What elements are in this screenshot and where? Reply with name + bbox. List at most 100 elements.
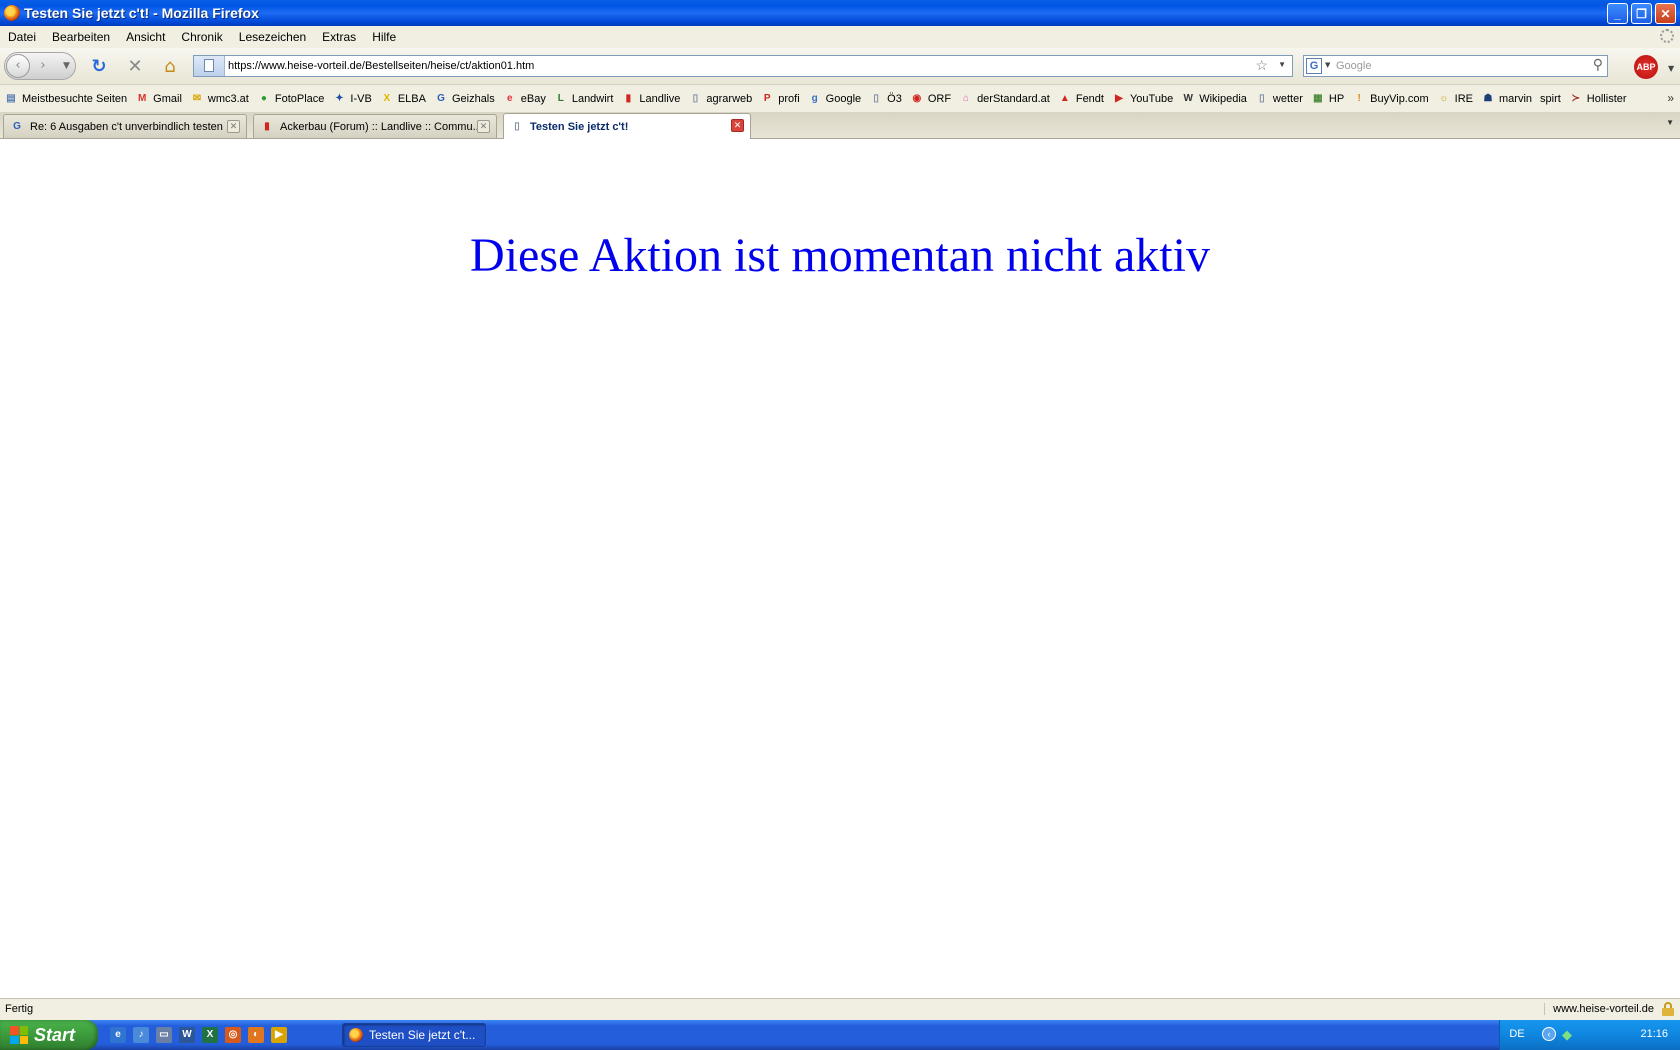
status-domain[interactable]: www.heise-vorteil.de xyxy=(1544,1003,1654,1015)
bookmark-item[interactable]: ✉ wmc3.at xyxy=(186,92,253,106)
menu-bearbeiten[interactable]: Bearbeiten xyxy=(44,30,118,44)
tab-close-icon[interactable]: ✕ xyxy=(731,119,744,132)
picasa-icon[interactable]: ◎ xyxy=(225,1027,241,1043)
page-content: Diese Aktion ist momentan nicht aktiv xyxy=(0,139,1680,998)
gmail-icon: M xyxy=(138,92,147,104)
word-icon[interactable]: W xyxy=(179,1027,195,1043)
lock-icon[interactable] xyxy=(1662,1002,1674,1016)
back-button[interactable]: ‹ xyxy=(6,54,30,78)
site-identity-button[interactable] xyxy=(194,56,225,76)
reload-icon[interactable]: ↻ xyxy=(89,57,109,77)
tab-list-dropdown-icon[interactable]: ▼ xyxy=(1666,118,1674,127)
menu-hilfe[interactable]: Hilfe xyxy=(364,30,404,44)
landlive-icon: ▮ xyxy=(625,92,632,104)
language-indicator[interactable]: DE xyxy=(1500,1028,1534,1040)
network-icon[interactable]: ◆ xyxy=(1562,1027,1572,1043)
search-bar[interactable]: G ▼ ⚲ xyxy=(1303,55,1608,77)
tab-re-6-ausgaben[interactable]: G Re: 6 Ausgaben c't unverbindlich teste… xyxy=(3,114,247,138)
excel-icon[interactable]: X xyxy=(202,1027,218,1043)
bookmark-item[interactable]: G Geizhals xyxy=(430,92,499,106)
bookmark-label: wmc3.at xyxy=(207,92,249,105)
tab-testen-sie-jetzt[interactable]: ▯ Testen Sie jetzt c't! ✕ xyxy=(503,113,751,139)
page-message: Diese Aktion ist momentan nicht aktiv xyxy=(470,229,1210,282)
bookmark-item[interactable]: ▲ Fendt xyxy=(1054,92,1108,106)
page-icon: ▯ xyxy=(873,92,879,104)
url-bar[interactable]: ☆ ▼ xyxy=(193,55,1293,77)
bookmark-item[interactable]: ● FotoPlace xyxy=(253,92,329,106)
bookmark-item[interactable]: ▯ agrarweb xyxy=(684,92,756,106)
bookmark-item[interactable]: Pprofi xyxy=(756,92,803,106)
bookmark-item[interactable]: g Google xyxy=(804,92,865,106)
tab-close-icon[interactable]: ✕ xyxy=(477,120,490,133)
url-input[interactable] xyxy=(228,58,1228,74)
bookmark-item[interactable]: ▮ Landlive xyxy=(617,92,684,106)
hp-icon: ▦ xyxy=(1313,92,1323,104)
bookmark-item[interactable]: ⌂ derStandard.at xyxy=(955,92,1054,106)
desktop-icon[interactable]: ▭ xyxy=(156,1027,172,1043)
bookmarks-overflow-icon[interactable]: » xyxy=(1667,91,1674,105)
google-icon: g xyxy=(811,92,818,104)
close-button[interactable]: ✕ xyxy=(1655,3,1676,24)
bookmark-item[interactable]: spirt xyxy=(1536,93,1565,105)
show-hidden-icons-icon[interactable]: ‹ xyxy=(1542,1027,1556,1041)
bookmark-item[interactable]: M Gmail xyxy=(131,92,186,106)
folder-quicklaunch-icon[interactable]: ▶ xyxy=(271,1027,287,1043)
window-title-bar[interactable]: Testen Sie jetzt c't! - Mozilla Firefox … xyxy=(0,0,1680,26)
maximize-button[interactable]: ❐ xyxy=(1631,3,1652,24)
fendt-icon: ▲ xyxy=(1059,92,1070,104)
ire-icon: ☼ xyxy=(1439,92,1449,104)
bookmark-item[interactable]: ! BuyVip.com xyxy=(1348,92,1433,106)
bookmark-item[interactable]: ◉ ORF xyxy=(906,92,955,106)
forward-button[interactable]: › xyxy=(33,56,53,76)
bookmark-label: Wikipedia xyxy=(1199,92,1247,105)
status-bar: Fertig www.heise-vorteil.de xyxy=(0,998,1680,1020)
bookmark-star-icon[interactable]: ☆ xyxy=(1255,57,1268,74)
url-dropdown-icon[interactable]: ▼ xyxy=(1278,60,1286,69)
start-button[interactable]: Start xyxy=(0,1020,98,1050)
internet-explorer-icon[interactable]: e xyxy=(110,1027,126,1043)
ivb-icon: ✦ xyxy=(335,92,344,104)
bookmark-label: spirt xyxy=(1540,92,1561,105)
search-engine-icon[interactable]: G xyxy=(1306,58,1322,74)
start-label: Start xyxy=(34,1024,76,1045)
bookmark-label: HP xyxy=(1328,92,1345,105)
adblock-icon[interactable]: ABP xyxy=(1634,55,1658,79)
bookmark-item[interactable]: ▯ Ö3 xyxy=(865,92,906,106)
search-icon[interactable]: ⚲ xyxy=(1593,57,1603,73)
bookmark-item[interactable]: e eBay xyxy=(499,92,550,106)
bookmark-item[interactable]: ☗ marvin xyxy=(1477,92,1536,106)
engine-dropdown-icon[interactable]: ▼ xyxy=(1325,61,1330,69)
bookmark-item[interactable]: ▯ wetter xyxy=(1251,92,1307,106)
bookmark-item[interactable]: L Landwirt xyxy=(550,92,618,106)
clock[interactable]: 21:16 xyxy=(1640,1028,1668,1040)
menu-datei[interactable]: Datei xyxy=(0,30,44,44)
bookmark-item[interactable]: ☼ IRE xyxy=(1433,92,1477,106)
media-icon[interactable]: ♪ xyxy=(133,1027,149,1043)
adblock-dropdown-icon[interactable]: ▼ xyxy=(1668,64,1674,73)
minimize-button[interactable]: _ xyxy=(1607,3,1628,24)
tab-ackerbau-forum[interactable]: ▮ Ackerbau (Forum) :: Landlive :: Commu.… xyxy=(253,114,497,138)
page-icon: ▯ xyxy=(514,120,520,132)
tab-close-icon[interactable]: ✕ xyxy=(227,120,240,133)
menu-ansicht[interactable]: Ansicht xyxy=(118,30,173,44)
menu-lesezeichen[interactable]: Lesezeichen xyxy=(231,30,314,44)
bookmark-label: agrarweb xyxy=(706,92,753,105)
firefox-quicklaunch-icon[interactable]: ◐ xyxy=(248,1027,264,1043)
menu-chronik[interactable]: Chronik xyxy=(173,30,230,44)
home-icon[interactable]: ⌂ xyxy=(160,57,180,77)
bookmark-item[interactable]: ▶ YouTube xyxy=(1108,92,1177,106)
navigation-toolbar: ‹ › ▼ ↻ ✕ ⌂ ☆ ▼ G ▼ ⚲ ABP ▼ xyxy=(0,48,1680,85)
bookmark-item[interactable]: ≻ Hollister xyxy=(1565,92,1631,106)
stop-icon[interactable]: ✕ xyxy=(125,57,145,77)
bookmark-item[interactable]: ▤ Meistbesuchte Seiten xyxy=(0,92,131,106)
bookmark-item[interactable]: ✦ I-VB xyxy=(328,92,375,106)
menu-extras[interactable]: Extras xyxy=(314,30,364,44)
fotoplace-icon: ● xyxy=(260,92,267,104)
bookmark-item[interactable]: W Wikipedia xyxy=(1177,92,1251,106)
search-input[interactable] xyxy=(1336,58,1576,74)
taskbar-firefox-window[interactable]: Testen Sie jetzt c't... xyxy=(342,1023,486,1047)
history-dropdown-icon[interactable]: ▼ xyxy=(63,56,70,76)
bookmark-item[interactable]: X ELBA xyxy=(376,92,430,106)
bookmark-item[interactable]: ▦ HP xyxy=(1307,92,1348,106)
bookmarks-toolbar: ▤ Meistbesuchte Seiten M Gmail ✉ wmc3.at ● Foto… xyxy=(0,85,1680,112)
